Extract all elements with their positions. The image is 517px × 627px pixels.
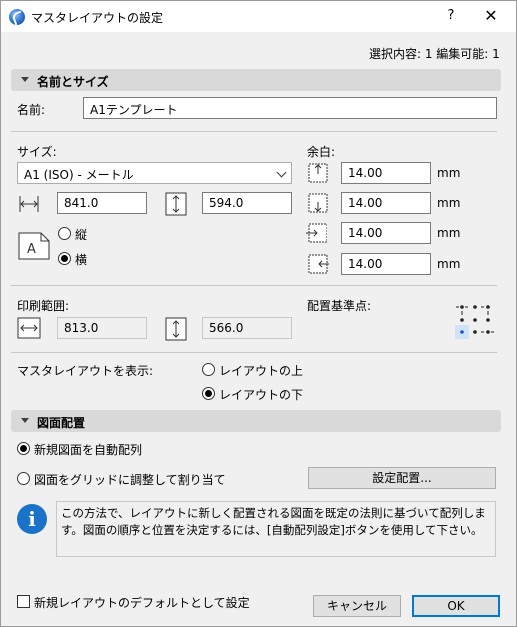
height-input[interactable]: 594.0 bbox=[202, 192, 292, 214]
divider bbox=[11, 352, 497, 353]
margins-label: 余白: bbox=[307, 145, 336, 159]
master-below-label: レイアウトの下 bbox=[219, 388, 304, 402]
anchor-point-label: 配置基準点: bbox=[307, 299, 372, 313]
margin-bottom-icon bbox=[308, 193, 328, 213]
info-icon: i bbox=[17, 504, 47, 534]
collapse-triangle-icon bbox=[21, 77, 29, 82]
paper-size-value: A1 (ISO) - メートル bbox=[24, 168, 134, 182]
title-bar: マスタレイアウトの設定 ? ✕ bbox=[1, 1, 516, 32]
divider bbox=[11, 131, 497, 132]
printable-height-icon bbox=[165, 317, 187, 341]
auto-arrange-radio[interactable] bbox=[17, 442, 30, 455]
collapse-triangle-icon bbox=[21, 418, 29, 423]
width-arrow-icon bbox=[19, 196, 39, 212]
printable-height-value: 566.0 bbox=[202, 317, 292, 339]
cancel-button[interactable]: キャンセル bbox=[313, 595, 401, 617]
margin-left-input[interactable]: 14.00 bbox=[341, 222, 431, 244]
height-arrow-icon bbox=[165, 192, 187, 216]
section-title: 名前とサイズ bbox=[37, 75, 109, 89]
printable-width-value: 813.0 bbox=[57, 317, 147, 339]
svg-text:A: A bbox=[27, 242, 36, 257]
default-layout-checkbox[interactable] bbox=[17, 595, 30, 608]
master-below-radio[interactable] bbox=[202, 387, 215, 400]
margin-top-icon bbox=[308, 163, 328, 183]
dialog-title: マスタレイアウトの設定 bbox=[31, 11, 164, 25]
placement-settings-button[interactable]: 設定配置... bbox=[308, 467, 496, 489]
margin-right-unit: mm bbox=[437, 257, 461, 271]
margin-left-icon bbox=[306, 223, 327, 243]
printable-width-icon bbox=[17, 317, 41, 339]
section-header-drawing-placement[interactable]: 図面配置 bbox=[11, 410, 501, 432]
auto-arrange-label: 新規図面を自動配列 bbox=[34, 443, 143, 457]
master-display-label: マスタレイアウトを表示: bbox=[17, 364, 154, 378]
grid-fit-radio[interactable] bbox=[17, 472, 30, 485]
master-above-radio[interactable] bbox=[202, 363, 215, 376]
default-layout-label: 新規レイアウトのデフォルトとして設定 bbox=[34, 596, 250, 610]
master-above-label: レイアウトの上 bbox=[219, 364, 304, 378]
dialog-window: マスタレイアウトの設定 ? ✕ 選択内容: 1 編集可能: 1 名前とサイズ 名… bbox=[0, 0, 517, 627]
margin-right-input[interactable]: 14.00 bbox=[341, 253, 431, 275]
orientation-portrait-radio[interactable] bbox=[58, 227, 71, 240]
help-button[interactable]: ? bbox=[441, 6, 461, 26]
size-label: サイズ: bbox=[17, 145, 57, 159]
ok-button[interactable]: OK bbox=[412, 595, 500, 617]
selection-status: 選択内容: 1 編集可能: 1 bbox=[369, 47, 500, 61]
name-label: 名前: bbox=[17, 103, 46, 117]
margin-right-icon bbox=[308, 254, 329, 274]
margin-top-input[interactable]: 14.00 bbox=[341, 162, 431, 184]
section-header-name-size[interactable]: 名前とサイズ bbox=[11, 69, 501, 91]
chevron-down-icon bbox=[276, 167, 287, 178]
printable-area-label: 印刷範囲: bbox=[17, 299, 70, 313]
margin-top-unit: mm bbox=[437, 166, 461, 180]
name-input[interactable]: A1テンプレート bbox=[83, 97, 497, 119]
section-title: 図面配置 bbox=[37, 416, 86, 430]
close-button[interactable]: ✕ bbox=[479, 6, 503, 26]
anchor-point-grid[interactable] bbox=[455, 302, 495, 340]
margin-bottom-unit: mm bbox=[437, 196, 461, 210]
page-orientation-icon: A bbox=[18, 232, 50, 260]
grid-fit-label: 図面をグリッドに調整して割り当て bbox=[34, 473, 226, 487]
width-input[interactable]: 841.0 bbox=[57, 192, 147, 214]
archicad-app-icon bbox=[9, 9, 25, 25]
info-text: この方法で、レイアウトに新しく配置される図面を既定の法則に基づいて配列します。図… bbox=[56, 501, 496, 557]
orientation-landscape-label: 横 bbox=[75, 253, 88, 267]
divider bbox=[11, 285, 497, 286]
paper-size-select[interactable]: A1 (ISO) - メートル bbox=[17, 162, 292, 184]
orientation-portrait-label: 縦 bbox=[75, 228, 88, 242]
margin-bottom-input[interactable]: 14.00 bbox=[341, 192, 431, 214]
margin-left-unit: mm bbox=[437, 226, 461, 240]
orientation-landscape-radio[interactable] bbox=[58, 252, 71, 265]
